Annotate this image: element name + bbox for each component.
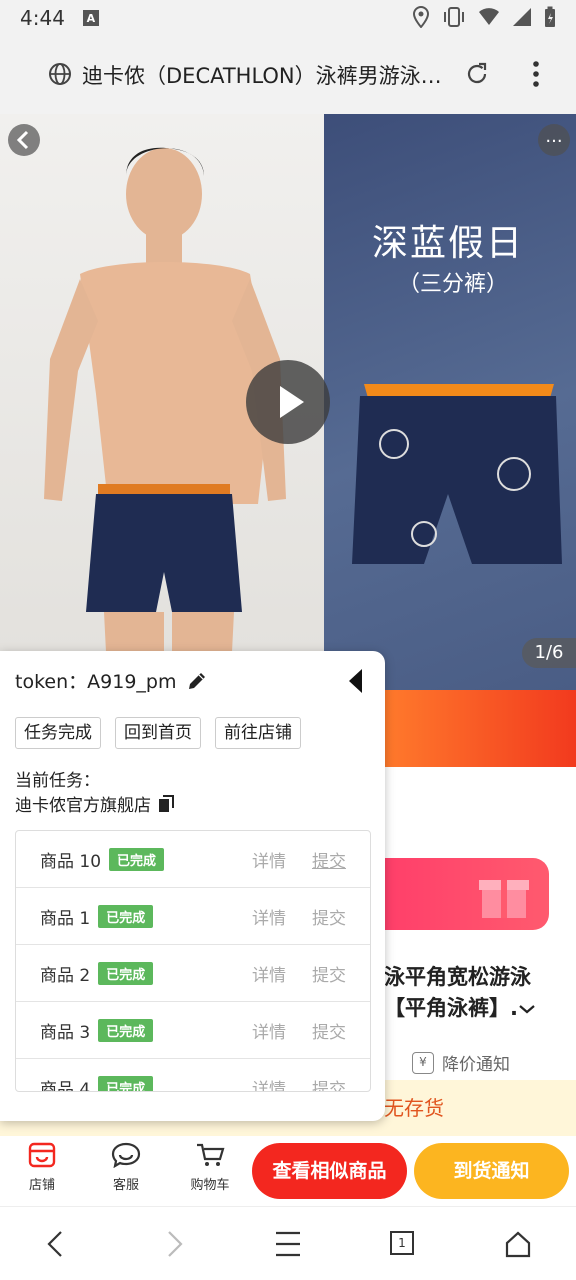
arrival-notify-button[interactable]: 到货通知: [414, 1143, 569, 1199]
task-row: 商品 10 已完成 详情 提交: [16, 831, 370, 888]
submit-link[interactable]: 提交: [312, 1075, 346, 1092]
play-button[interactable]: [246, 360, 330, 444]
gift-icon: [479, 880, 529, 918]
page-title[interactable]: 迪卡侬（DECATHLON）泳裤男游泳…: [82, 60, 460, 90]
detail-link[interactable]: 详情: [252, 1018, 286, 1043]
chat-icon: [111, 1142, 141, 1168]
task-label: 当前任务：: [15, 771, 100, 791]
item-name: 商品 2: [40, 965, 91, 986]
item-name: 商品 10: [40, 851, 102, 872]
promo-banner[interactable]: [384, 690, 576, 767]
bottom-action-bar: 店铺 客服 购物车 查看相似商品 到货通知: [0, 1136, 576, 1206]
service-tab[interactable]: 客服: [96, 1142, 156, 1193]
status-badge: 已完成: [109, 847, 165, 871]
shop-label: 店铺: [28, 1178, 55, 1193]
stock-status: 无存货: [384, 1096, 444, 1120]
cart-tab[interactable]: 购物车: [180, 1142, 240, 1193]
status-badge: 已完成: [98, 961, 154, 985]
price-notify[interactable]: ¥ 降价通知: [412, 1050, 510, 1075]
status-badge: 已完成: [98, 1075, 154, 1091]
wifi-icon: [479, 8, 499, 25]
cart-label: 购物车: [190, 1178, 230, 1193]
submit-link[interactable]: 提交: [312, 961, 346, 986]
status-badge: 已完成: [98, 1018, 154, 1042]
price-notify-label: 降价通知: [442, 1055, 510, 1075]
image-counter: 1/6: [522, 638, 576, 668]
product-photo: [324, 114, 576, 690]
task-complete-button[interactable]: 任务完成: [15, 717, 101, 749]
chevron-left-icon: [16, 130, 29, 150]
play-icon: [280, 386, 304, 418]
detail-link[interactable]: 详情: [252, 961, 286, 986]
item-name: 商品 4: [40, 1079, 91, 1092]
token-value: A919_pm: [87, 671, 177, 693]
shorts-illustration: [352, 384, 562, 564]
token-label: token：A919_pm: [15, 667, 176, 694]
product-title-line2-text: 【平角泳裤】.: [384, 996, 518, 1020]
notification-icon: A: [82, 10, 99, 26]
detail-link[interactable]: 详情: [252, 847, 286, 872]
menu-icon[interactable]: [274, 1229, 302, 1259]
forward-icon[interactable]: [162, 1229, 186, 1259]
globe-icon: [49, 63, 71, 85]
token-label-text: token：: [15, 671, 88, 693]
service-label: 客服: [112, 1178, 139, 1193]
coupon-card[interactable]: [384, 858, 549, 930]
back-icon[interactable]: [44, 1229, 68, 1259]
edit-icon[interactable]: [186, 670, 208, 692]
item-name: 商品 1: [40, 908, 91, 929]
back-home-button[interactable]: 回到首页: [115, 717, 201, 749]
task-row: 商品 3 已完成 详情 提交: [16, 1002, 370, 1059]
promo-subtitle: （三分裤）: [398, 272, 509, 297]
task-panel: token：A919_pm 任务完成 回到首页 前往店铺 当前任务： 迪卡侬官方…: [0, 651, 385, 1121]
status-time: 4:44: [20, 6, 65, 30]
collapse-arrow-icon[interactable]: [346, 667, 366, 695]
shop-icon: [28, 1142, 56, 1168]
go-shop-button[interactable]: 前往店铺: [215, 717, 301, 749]
chevron-down-icon: [519, 1005, 535, 1014]
copy-icon[interactable]: [157, 794, 175, 813]
browser-nav-bar: 1: [0, 1206, 576, 1280]
product-title-line1: 泳平角宽松游泳: [384, 965, 531, 989]
product-title-line2: 【平角泳裤】.: [384, 993, 564, 1024]
product-gallery[interactable]: 深蓝假日 （三分裤） ... 1/6: [0, 114, 576, 690]
reload-icon[interactable]: [464, 61, 490, 87]
task-list[interactable]: 商品 10 已完成 详情 提交 商品 1 已完成 详情 提交 商品 2 已完成 …: [15, 830, 371, 1092]
back-button[interactable]: [8, 124, 40, 156]
more-vert-icon[interactable]: [526, 60, 546, 88]
shop-tab[interactable]: 店铺: [12, 1142, 72, 1193]
item-name: 商品 3: [40, 1022, 91, 1043]
battery-icon: [545, 6, 555, 27]
home-icon[interactable]: [504, 1229, 532, 1259]
submit-link[interactable]: 提交: [312, 904, 346, 929]
cart-icon: [197, 1143, 225, 1166]
yen-icon: ¥: [412, 1051, 434, 1074]
submit-link[interactable]: 提交: [312, 1018, 346, 1043]
browser-toolbar: 迪卡侬（DECATHLON）泳裤男游泳…: [0, 36, 576, 114]
view-similar-button[interactable]: 查看相似商品: [252, 1143, 407, 1199]
task-row: 商品 4 已完成 详情 提交: [16, 1059, 370, 1092]
vibrate-icon: [444, 7, 464, 27]
status-icons: [412, 6, 556, 28]
signal-icon: [513, 8, 531, 26]
more-button[interactable]: ...: [538, 124, 570, 156]
task-row: 商品 1 已完成 详情 提交: [16, 888, 370, 945]
token-row: token：A919_pm: [15, 667, 208, 694]
location-icon: [412, 6, 430, 28]
promo-title: 深蓝假日: [372, 223, 525, 264]
detail-link[interactable]: 详情: [252, 904, 286, 929]
detail-link[interactable]: 详情: [252, 1075, 286, 1092]
submit-link[interactable]: 提交: [312, 847, 346, 872]
task-name: 迪卡侬官方旗舰店: [15, 791, 175, 816]
status-badge: 已完成: [98, 904, 154, 928]
tabs-count[interactable]: 1: [390, 1231, 414, 1255]
status-bar: 4:44 A: [0, 0, 576, 36]
task-row: 商品 2 已完成 详情 提交: [16, 945, 370, 1002]
task-name-text: 迪卡侬官方旗舰店: [15, 796, 151, 816]
product-title[interactable]: 泳平角宽松游泳 【平角泳裤】.: [384, 962, 564, 1024]
panel-buttons: 任务完成 回到首页 前往店铺: [15, 717, 301, 749]
